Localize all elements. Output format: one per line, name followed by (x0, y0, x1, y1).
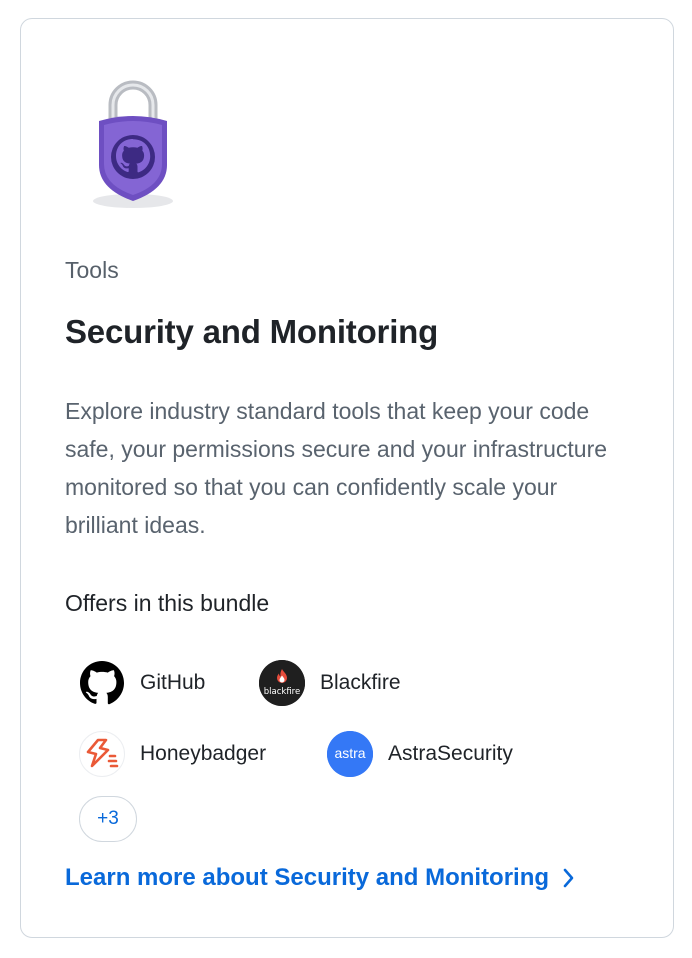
offer-name: GitHub (140, 671, 206, 694)
padlock-github-icon (93, 80, 173, 208)
offer-astrasecurity[interactable]: astra AstraSecurity (327, 731, 513, 777)
category-label: Tools (65, 257, 119, 283)
blackfire-logo-icon: blackfire (259, 660, 305, 706)
card-description: Explore industry standard tools that kee… (65, 398, 608, 538)
github-logo-icon (79, 660, 125, 706)
offer-name: Honeybadger (140, 742, 267, 765)
offer-blackfire[interactable]: blackfire Blackfire (259, 660, 401, 706)
astra-logo-icon: astra (327, 731, 373, 777)
svg-text:blackfire: blackfire (264, 687, 300, 697)
more-offers-button[interactable]: +3 (79, 796, 137, 842)
learn-more-link[interactable]: Learn more about Security and Monitoring (65, 864, 575, 892)
offer-name: AstraSecurity (388, 742, 513, 765)
bundle-card: Tools Security and Monitoring Explore in… (20, 18, 674, 938)
chevron-right-icon (563, 868, 574, 888)
offer-honeybadger[interactable]: Honeybadger (79, 731, 266, 777)
offer-name: Blackfire (320, 671, 401, 694)
honeybadger-logo-icon (79, 731, 125, 777)
learn-more-label: Learn more about Security and Monitoring (65, 864, 550, 891)
card-title: Security and Monitoring (65, 313, 439, 350)
offers-heading: Offers in this bundle (65, 590, 270, 616)
offer-github[interactable]: GitHub (79, 660, 205, 706)
svg-text:astra: astra (334, 745, 365, 761)
